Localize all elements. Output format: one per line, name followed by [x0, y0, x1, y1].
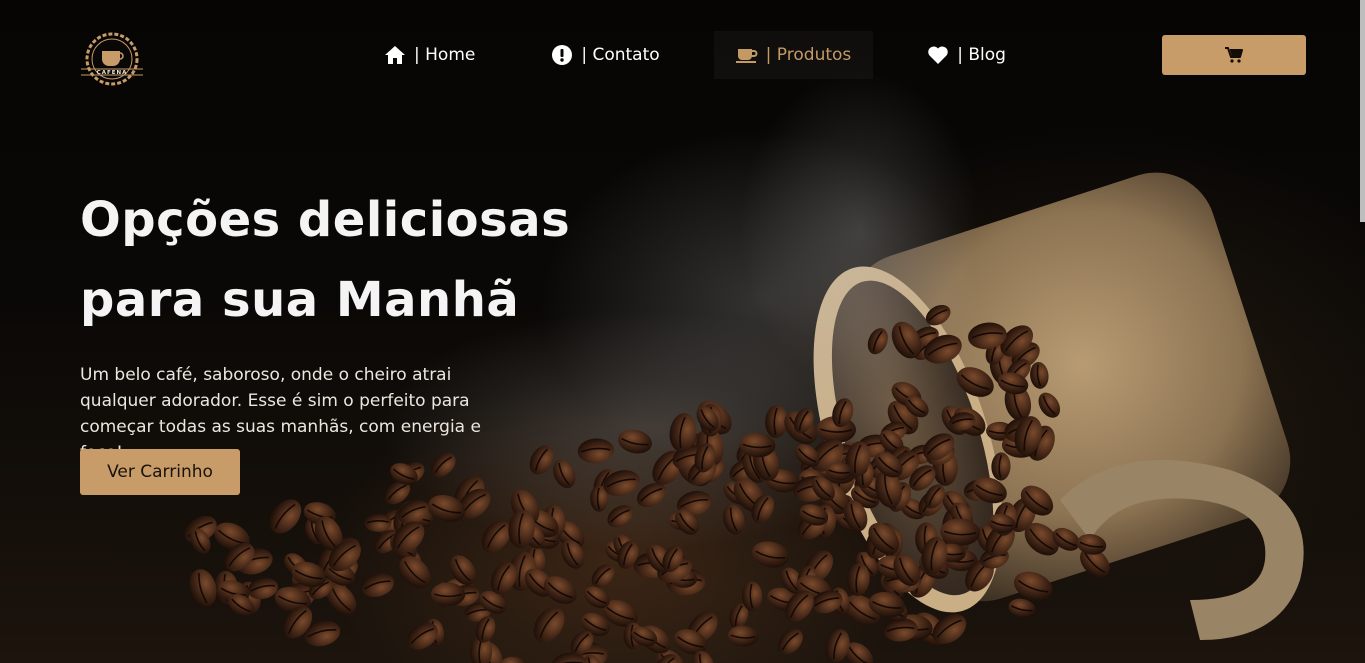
nav-item-contato[interactable]: | Contato	[529, 31, 681, 79]
nav-label-produtos: | Produtos	[765, 45, 852, 65]
cafena-logo[interactable]: CAFENA	[79, 31, 145, 87]
logo-text: CAFENA	[97, 70, 128, 76]
hero-content: Opções deliciosas para sua Manhã Um belo…	[80, 180, 600, 466]
cart-icon	[1225, 47, 1243, 63]
coffee-cup-icon	[735, 49, 758, 63]
coffee-bean	[269, 499, 302, 534]
coffee-bean	[727, 625, 759, 647]
coffee-bean	[500, 656, 527, 663]
coffee-bean	[778, 628, 803, 655]
scrollbar-thumb[interactable]	[1360, 0, 1365, 222]
nav-item-home[interactable]: | Home	[362, 31, 497, 79]
hero-title-line2: para sua Manhã	[80, 272, 520, 328]
heart-icon	[928, 46, 949, 64]
coffee-bean	[189, 569, 217, 607]
coffee-bean	[361, 573, 395, 598]
nav-label-blog: | Blog	[957, 45, 1006, 65]
main-nav: | Home | Contato | Produtos | Blog	[362, 31, 1028, 79]
logo-emblem-icon: CAFENA	[81, 32, 143, 86]
cart-button[interactable]	[1162, 35, 1306, 75]
hero-title-line1: Opções deliciosas	[80, 192, 571, 248]
nav-label-home: | Home	[414, 45, 476, 65]
coffee-bean	[751, 541, 790, 568]
hero-title: Opções deliciosas para sua Manhã	[80, 180, 600, 340]
nav-label-contato: | Contato	[581, 45, 660, 65]
exclamation-circle-icon	[552, 45, 573, 65]
coffee-bean	[533, 607, 565, 643]
nav-item-produtos[interactable]: | Produtos	[713, 31, 874, 79]
home-icon	[385, 46, 405, 64]
nav-item-blog[interactable]: | Blog	[905, 31, 1028, 79]
ver-carrinho-button[interactable]: Ver Carrinho	[80, 449, 240, 495]
